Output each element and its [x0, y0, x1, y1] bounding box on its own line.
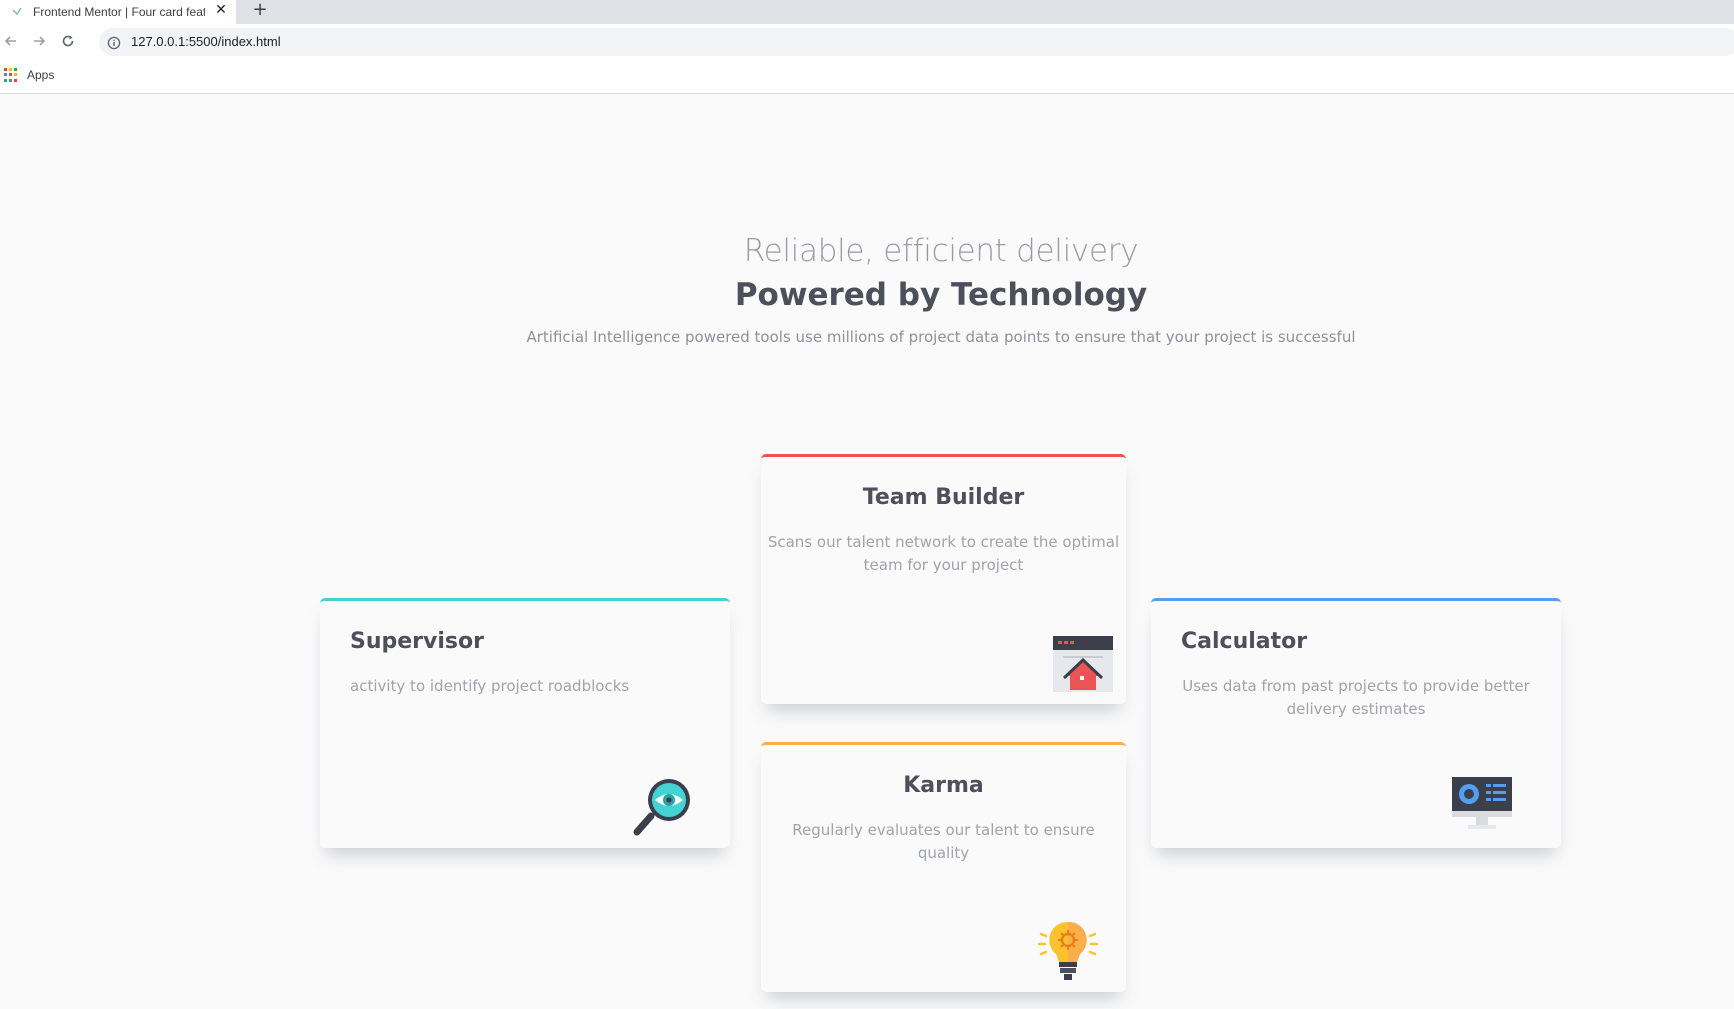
- card-team-builder: Team Builder Scans our talent network to…: [761, 454, 1126, 704]
- reload-icon[interactable]: [59, 32, 77, 50]
- browser-tabstrip: Frontend Mentor | Four card feature sect…: [0, 0, 1734, 24]
- forward-arrow-icon[interactable]: [30, 32, 48, 50]
- card-description: Scans our talent network to create the o…: [767, 533, 1120, 574]
- address-url[interactable]: 127.0.0.1:5500/index.html: [131, 34, 281, 50]
- hero-subtitle: Reliable, efficient delivery: [743, 233, 1139, 269]
- page-viewport: Reliable, efficient delivery Powered by …: [0, 95, 1734, 1009]
- site-info-icon[interactable]: [107, 35, 121, 50]
- apps-grid-icon[interactable]: [4, 68, 18, 82]
- card-description: Uses data from past projects to provide …: [1182, 677, 1530, 718]
- hero-title: Powered by Technology: [734, 277, 1148, 313]
- frontend-mentor-favicon-icon: [10, 5, 24, 19]
- apps-bookmark-label[interactable]: Apps: [27, 68, 54, 82]
- tab-close-icon[interactable]: ✕: [213, 2, 229, 18]
- supervisor-magnifier-icon: [633, 779, 690, 836]
- karma-lightbulb-icon: [1037, 921, 1099, 980]
- card-karma: Karma Regularly evaluates our talent to …: [761, 742, 1126, 992]
- bookmarks-bar: Apps: [0, 58, 1734, 94]
- calculator-monitor-icon: [1452, 777, 1512, 829]
- tab-title: Frontend Mentor | Four card feature sect…: [33, 5, 205, 19]
- browser-tab[interactable]: Frontend Mentor | Four card feature sect…: [0, 0, 236, 24]
- card-title: Karma: [903, 773, 984, 798]
- card-description: Regularly evaluates our talent to ensure…: [792, 821, 1095, 862]
- hero-description: Artificial Intelligence powered tools us…: [526, 328, 1356, 346]
- card-description: activity to identify project roadblocks: [350, 677, 630, 695]
- card-title: Team Builder: [862, 485, 1025, 510]
- card-calculator: Calculator Uses data from past projects …: [1151, 598, 1561, 848]
- card-title: Supervisor: [350, 629, 484, 654]
- back-arrow-icon[interactable]: [2, 32, 20, 50]
- browser-toolbar: 127.0.0.1:5500/index.html: [0, 24, 1734, 58]
- new-tab-button[interactable]: +: [250, 0, 270, 20]
- card-title: Calculator: [1181, 629, 1308, 654]
- team-builder-icon: [1053, 636, 1113, 692]
- address-bar[interactable]: 127.0.0.1:5500/index.html: [99, 28, 1734, 56]
- card-supervisor: Supervisor activity to identify project …: [320, 598, 730, 848]
